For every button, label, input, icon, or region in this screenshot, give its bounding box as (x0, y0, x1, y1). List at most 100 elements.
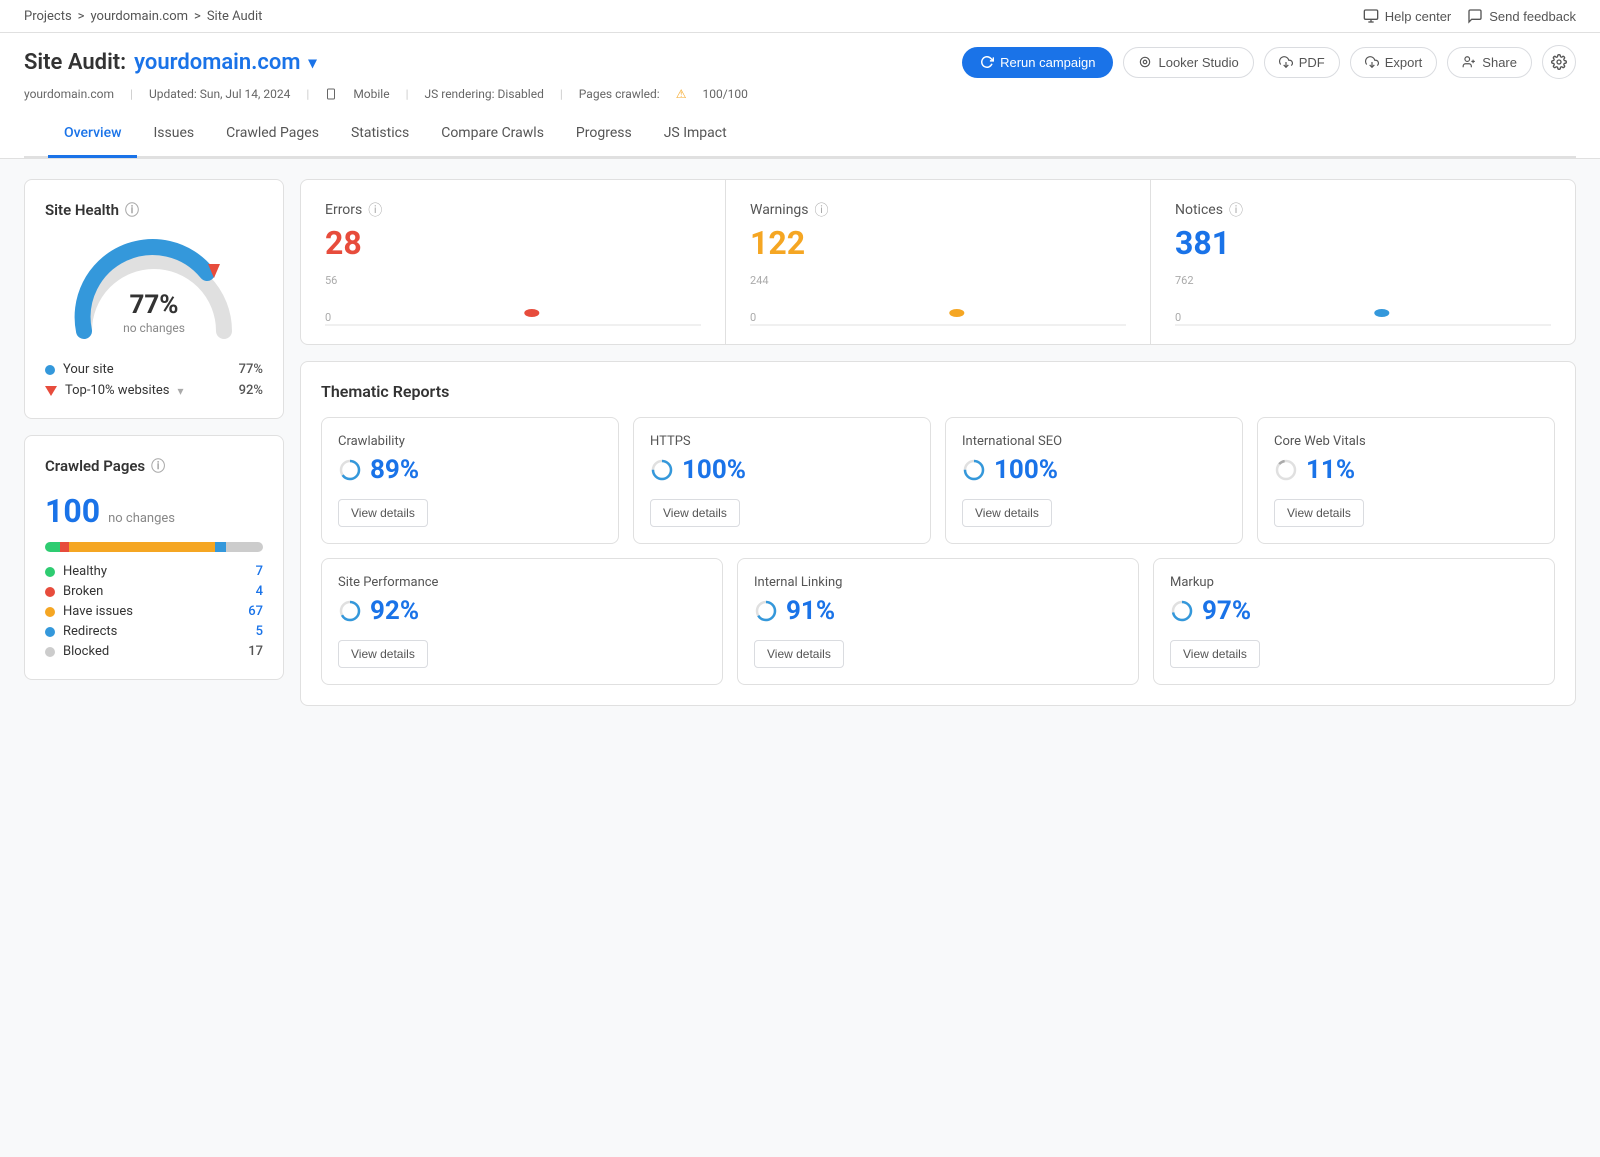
crawled-change: no changes (108, 511, 175, 526)
legend-row-top10: Top-10% websites ▾ 92% (45, 383, 263, 398)
errors-info-icon[interactable]: ⓘ (368, 200, 382, 220)
pdf-button[interactable]: PDF (1264, 47, 1340, 78)
https-progress-icon (650, 458, 674, 482)
breadcrumb-page: Site Audit (207, 9, 263, 24)
report-https: HTTPS 100% View details (633, 417, 931, 544)
core-web-vitals-view-details-button[interactable]: View details (1274, 499, 1364, 527)
report-international-seo: International SEO 100% View details (945, 417, 1243, 544)
report-internal-linking: Internal Linking 91% View details (737, 558, 1139, 685)
legend-blocked: Blocked 17 (45, 644, 263, 659)
settings-icon (1551, 54, 1567, 70)
crawled-pages-info-icon[interactable]: ⓘ (151, 456, 165, 476)
legend-healthy: Healthy 7 (45, 564, 263, 579)
pb-healthy (45, 542, 60, 552)
pb-issues (69, 542, 215, 552)
dot-redirects (45, 627, 55, 637)
notices-card: Notices ⓘ 381 762 0 (1151, 180, 1575, 344)
site-dot (45, 365, 55, 375)
legend-redirects: Redirects 5 (45, 624, 263, 639)
crawled-pages-title: Crawled Pages ⓘ (45, 456, 263, 476)
export-button[interactable]: Export (1350, 47, 1438, 78)
refresh-icon (980, 55, 994, 69)
looker-icon (1138, 55, 1152, 69)
gauge-container: 77% no changes (45, 236, 263, 346)
header-top: Site Audit: yourdomain.com ▾ Rerun campa… (24, 45, 1576, 79)
tab-statistics[interactable]: Statistics (335, 111, 425, 158)
rerun-campaign-button[interactable]: Rerun campaign (962, 47, 1113, 78)
errors-chart: 56 0 (325, 274, 701, 324)
dot-blocked (45, 647, 55, 657)
settings-button[interactable] (1542, 45, 1576, 79)
core-web-vitals-progress-icon (1274, 458, 1298, 482)
crawled-warning-icon: ⚠ (676, 87, 687, 101)
meta-separator3: | (406, 87, 409, 101)
meta-separator2: | (306, 87, 309, 101)
site-health-title: Site Health ⓘ (45, 200, 263, 220)
breadcrumb-projects[interactable]: Projects (24, 9, 72, 24)
site-performance-progress-icon (338, 599, 362, 623)
right-content: Errors ⓘ 28 56 0 Warnings ⓘ (300, 179, 1576, 706)
intl-seo-view-details-button[interactable]: View details (962, 499, 1052, 527)
top-actions: Help center Send feedback (1363, 8, 1576, 24)
international-seo-progress-icon (962, 458, 986, 482)
sidebar: Site Health ⓘ 77% no changes (24, 179, 284, 706)
pb-blocked (226, 542, 263, 552)
https-view-details-button[interactable]: View details (650, 499, 740, 527)
dot-issues (45, 607, 55, 617)
nav-tabs: Overview Issues Crawled Pages Statistics… (24, 111, 1576, 158)
mobile-icon (325, 87, 337, 101)
errors-card: Errors ⓘ 28 56 0 (301, 180, 726, 344)
site-performance-view-details-button[interactable]: View details (338, 640, 428, 668)
crawled-pages-card: Crawled Pages ⓘ 100 no changes Healthy (24, 435, 284, 680)
report-core-web-vitals: Core Web Vitals 11% View details (1257, 417, 1555, 544)
share-button[interactable]: Share (1447, 47, 1532, 78)
tab-js-impact[interactable]: JS Impact (648, 111, 743, 158)
notices-value: 381 (1175, 224, 1551, 262)
warnings-value: 122 (750, 224, 1126, 262)
legend-row-site: Your site 77% (45, 362, 263, 377)
page-header: Site Audit: yourdomain.com ▾ Rerun campa… (0, 33, 1600, 159)
crawlability-view-details-button[interactable]: View details (338, 499, 428, 527)
metrics-row: Errors ⓘ 28 56 0 Warnings ⓘ (300, 179, 1576, 345)
markup-view-details-button[interactable]: View details (1170, 640, 1260, 668)
notices-info-icon[interactable]: ⓘ (1229, 200, 1243, 220)
pb-redirects (215, 542, 226, 552)
gauge-text: 77% no changes (123, 290, 185, 336)
notices-sparkline (1175, 287, 1551, 327)
looker-studio-button[interactable]: Looker Studio (1123, 47, 1253, 78)
tab-crawled-pages[interactable]: Crawled Pages (210, 111, 335, 158)
site-health-info-icon[interactable]: ⓘ (125, 200, 139, 220)
site-health-card: Site Health ⓘ 77% no changes (24, 179, 284, 419)
dot-broken (45, 587, 55, 597)
markup-progress-icon (1170, 599, 1194, 623)
tab-overview[interactable]: Overview (48, 111, 137, 158)
header-meta: yourdomain.com | Updated: Sun, Jul 14, 2… (24, 87, 1576, 111)
reports-grid-top: Crawlability 89% View details HTTPS (321, 417, 1555, 544)
send-feedback-button[interactable]: Send feedback (1467, 8, 1576, 24)
dot-healthy (45, 567, 55, 577)
breadcrumb-sep1: > (78, 9, 85, 24)
pb-broken (60, 542, 69, 552)
crawled-progress-bar (45, 542, 263, 552)
domain-dropdown-arrow[interactable]: ▾ (308, 53, 316, 72)
tab-issues[interactable]: Issues (137, 111, 210, 158)
header-actions: Rerun campaign Looker Studio PDF Export … (962, 45, 1576, 79)
report-markup: Markup 97% View details (1153, 558, 1555, 685)
export-icon (1365, 55, 1379, 69)
share-icon (1462, 55, 1476, 69)
warnings-info-icon[interactable]: ⓘ (815, 200, 829, 220)
breadcrumb-domain[interactable]: yourdomain.com (90, 9, 188, 24)
breadcrumb: Projects > yourdomain.com > Site Audit (24, 9, 262, 24)
internal-linking-view-details-button[interactable]: View details (754, 640, 844, 668)
help-center-button[interactable]: Help center (1363, 8, 1451, 24)
tab-progress[interactable]: Progress (560, 111, 648, 158)
top10-triangle-icon (45, 386, 57, 396)
top10-dropdown-icon[interactable]: ▾ (177, 384, 183, 398)
site-health-legend: Your site 77% Top-10% websites ▾ 92% (45, 362, 263, 398)
notices-chart: 762 0 (1175, 274, 1551, 324)
legend-have-issues: Have issues 67 (45, 604, 263, 619)
tab-compare-crawls[interactable]: Compare Crawls (425, 111, 560, 158)
top-bar: Projects > yourdomain.com > Site Audit H… (0, 0, 1600, 33)
pages-legend: Healthy 7 Broken 4 Have issues (45, 564, 263, 659)
legend-broken: Broken 4 (45, 584, 263, 599)
